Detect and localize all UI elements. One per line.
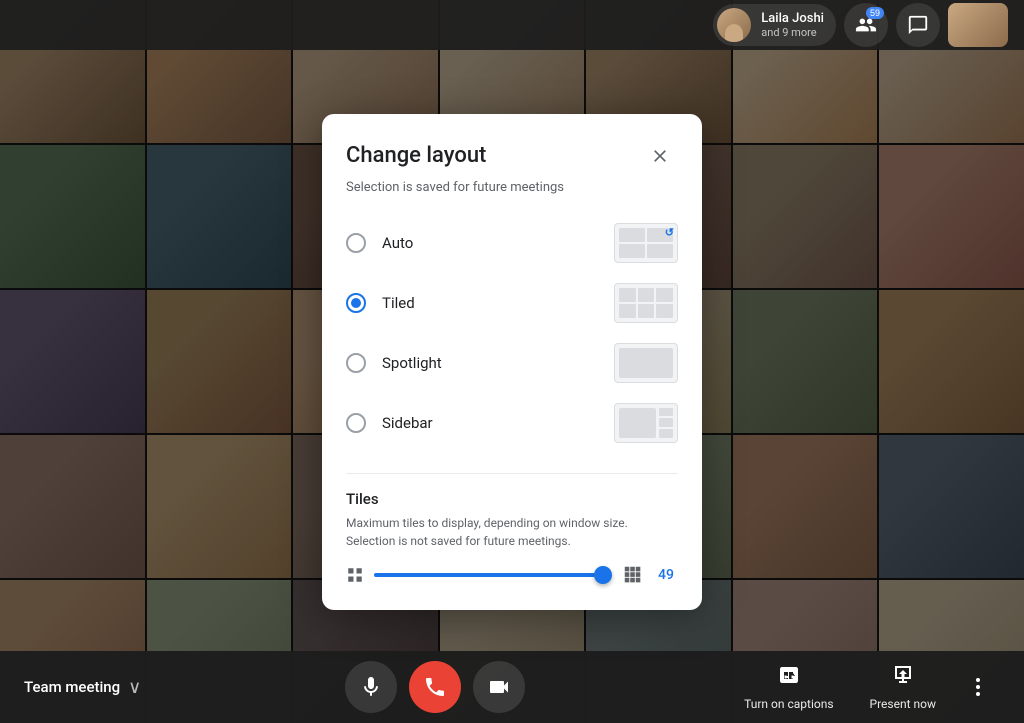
layout-option-sidebar[interactable]: Sidebar	[346, 393, 678, 453]
layout-label-auto: Auto	[382, 234, 413, 252]
radio-tiled	[346, 293, 366, 313]
layout-label-sidebar: Sidebar	[382, 414, 433, 432]
grid-large-icon	[622, 564, 644, 586]
layout-option-spotlight[interactable]: Spotlight	[346, 333, 678, 393]
radio-spotlight	[346, 353, 366, 373]
layout-icon-tiled	[614, 283, 678, 323]
layout-label-tiled: Tiled	[382, 294, 415, 312]
tiles-section: Tiles Maximum tiles to display, dependin…	[346, 473, 678, 586]
tiles-slider-row: 49	[346, 564, 678, 586]
grid-small-icon	[346, 566, 364, 584]
tiles-title: Tiles	[346, 490, 678, 508]
layout-option-tiled-left: Tiled	[346, 293, 415, 313]
layout-option-spotlight-left: Spotlight	[346, 353, 442, 373]
modal-overlay: Change layout Selection is saved for fut…	[0, 0, 1024, 723]
tiles-slider-container	[374, 565, 612, 585]
radio-sidebar	[346, 413, 366, 433]
change-layout-dialog: Change layout Selection is saved for fut…	[322, 114, 702, 610]
layout-option-sidebar-left: Sidebar	[346, 413, 433, 433]
close-icon	[650, 146, 670, 166]
tiles-value: 49	[654, 567, 678, 583]
layout-icon-auto: ↺	[614, 223, 678, 263]
dialog-subtitle: Selection is saved for future meetings	[346, 180, 678, 195]
layout-label-spotlight: Spotlight	[382, 354, 442, 372]
layout-option-auto[interactable]: Auto ↺	[346, 213, 678, 273]
layout-icon-sidebar	[614, 403, 678, 443]
tiles-description: Maximum tiles to display, depending on w…	[346, 514, 678, 550]
layout-option-auto-left: Auto	[346, 233, 413, 253]
layout-option-tiled[interactable]: Tiled	[346, 273, 678, 333]
radio-auto	[346, 233, 366, 253]
layout-options-list: Auto ↺ Tiled	[346, 213, 678, 453]
dialog-close-button[interactable]	[642, 138, 678, 174]
radio-inner-tiled	[351, 298, 361, 308]
layout-icon-spotlight	[614, 343, 678, 383]
dialog-title: Change layout	[346, 143, 486, 168]
dialog-header: Change layout	[346, 138, 678, 174]
